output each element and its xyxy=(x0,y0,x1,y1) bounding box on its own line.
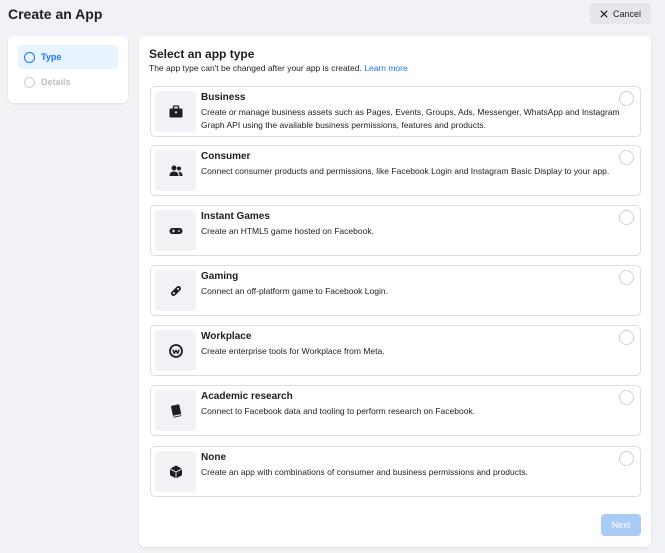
step-label: Type xyxy=(41,52,62,62)
option-title: None xyxy=(201,452,226,463)
app-type-panel: Select an app type The app type can't be… xyxy=(139,36,651,547)
gamepad-icon xyxy=(169,227,182,234)
option-description: Create an HTML5 game hosted on Facebook. xyxy=(201,226,374,236)
book-icon xyxy=(170,403,181,418)
option-radio[interactable] xyxy=(619,451,634,466)
step-type[interactable]: Type xyxy=(18,45,118,69)
option-radio[interactable] xyxy=(619,150,634,165)
next-button[interactable]: Next xyxy=(601,514,641,536)
option-title: Academic research xyxy=(201,391,293,402)
step-details: Details xyxy=(18,70,118,94)
option-title: Business xyxy=(201,92,246,103)
option-description: Connect consumer products and permission… xyxy=(201,166,610,176)
step-indicator-icon xyxy=(24,76,35,88)
section-subtitle: The app type can't be changed after your… xyxy=(149,63,408,73)
option-title: Instant Games xyxy=(201,211,270,222)
briefcase-icon xyxy=(169,104,182,117)
joystick-icon xyxy=(170,285,181,296)
option-description: Connect an off-platform game to Facebook… xyxy=(201,286,388,296)
option-title: Consumer xyxy=(201,151,251,162)
option-gaming[interactable]: Gaming Connect an off-platform game to F… xyxy=(150,265,641,316)
option-description: Create an app with combinations of consu… xyxy=(201,467,528,477)
cube-icon xyxy=(169,465,182,478)
option-description: Create or manage business assets such as… xyxy=(201,107,620,130)
cancel-label: Cancel xyxy=(612,8,641,19)
cancel-button[interactable]: Cancel xyxy=(590,3,651,24)
steps-panel: Type Details xyxy=(8,36,128,103)
page-title: Create an App xyxy=(8,6,103,22)
option-radio[interactable] xyxy=(619,210,634,225)
step-label: Details xyxy=(41,77,71,87)
option-academic-research[interactable]: Academic research Connect to Facebook da… xyxy=(150,385,641,436)
option-radio[interactable] xyxy=(619,390,634,405)
option-radio[interactable] xyxy=(619,270,634,285)
section-title: Select an app type xyxy=(149,47,255,61)
option-business[interactable]: Business Create or manage business asset… xyxy=(150,86,641,137)
option-title: Workplace xyxy=(201,331,252,342)
workplace-icon xyxy=(168,343,183,358)
option-none[interactable]: None Create an app with combinations of … xyxy=(150,446,641,497)
people-icon xyxy=(169,165,182,176)
close-icon xyxy=(600,9,608,18)
step-indicator-icon xyxy=(24,51,35,63)
option-title: Gaming xyxy=(201,271,239,282)
learn-more-link[interactable]: Learn more xyxy=(364,63,407,73)
option-radio[interactable] xyxy=(619,330,634,345)
option-radio[interactable] xyxy=(619,91,634,106)
option-instant-games[interactable]: Instant Games Create an HTML5 game hoste… xyxy=(150,205,641,256)
option-description: Create enterprise tools for Workplace fr… xyxy=(201,346,385,356)
option-workplace[interactable]: Workplace Create enterprise tools for Wo… xyxy=(150,325,641,376)
option-description: Connect to Facebook data and tooling to … xyxy=(201,406,476,416)
option-consumer[interactable]: Consumer Connect consumer products and p… xyxy=(150,145,641,196)
